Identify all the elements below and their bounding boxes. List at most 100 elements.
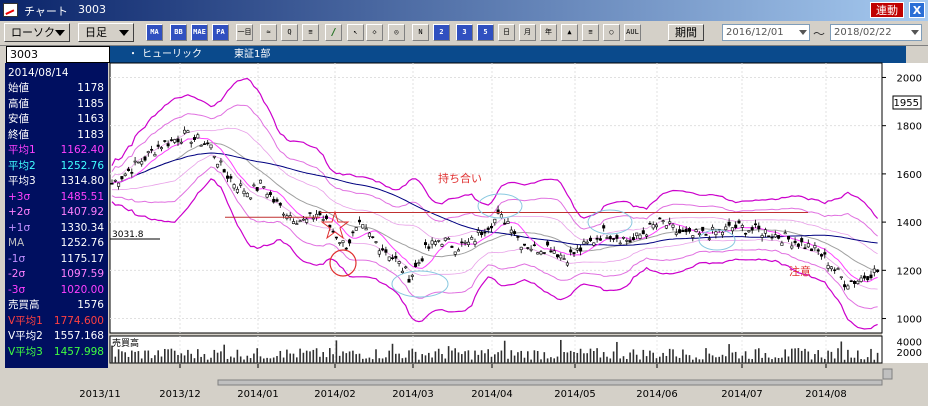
candle-body bbox=[374, 241, 378, 243]
candle-body bbox=[852, 281, 856, 284]
candle-body bbox=[872, 268, 876, 273]
candle-body bbox=[179, 141, 183, 144]
candle-body bbox=[876, 269, 880, 273]
panel-row-value: 1162.40 bbox=[60, 144, 104, 156]
volume-tick-label: 2000 bbox=[897, 348, 922, 359]
panel-row-value: 1314.80 bbox=[60, 175, 104, 187]
candle-body bbox=[849, 280, 853, 282]
candle-body bbox=[387, 256, 391, 261]
panel-row: -1σ 1175.17 bbox=[5, 252, 108, 267]
candle-body bbox=[516, 235, 520, 238]
candle-body bbox=[110, 182, 114, 185]
candle-body bbox=[183, 129, 187, 134]
candle-body bbox=[763, 229, 767, 234]
panel-row-label: 平均3 bbox=[8, 175, 36, 187]
candle-body bbox=[216, 163, 220, 168]
panel-row-label: -3σ bbox=[8, 283, 26, 296]
candle-body bbox=[833, 269, 837, 272]
candle-body bbox=[493, 218, 497, 224]
candle-body bbox=[437, 240, 441, 242]
candle-body bbox=[536, 252, 540, 255]
candle-body bbox=[773, 234, 777, 238]
candle-body bbox=[598, 238, 602, 241]
candle-body bbox=[258, 179, 262, 184]
candle-body bbox=[856, 280, 860, 285]
candle-body bbox=[866, 276, 870, 281]
candle-body bbox=[199, 144, 203, 147]
candle-body bbox=[338, 242, 342, 244]
candle-body bbox=[628, 240, 632, 243]
candle-body bbox=[433, 241, 437, 245]
candle-body bbox=[750, 227, 754, 231]
candle-body bbox=[641, 230, 645, 235]
candle-body bbox=[361, 224, 365, 229]
candle-body bbox=[813, 245, 817, 249]
candle-body bbox=[846, 285, 850, 290]
y-tick-label: 1400 bbox=[897, 218, 922, 229]
x-tick-label: 2014/03 bbox=[392, 389, 434, 400]
candle-body bbox=[480, 231, 484, 236]
y-tick-label: 1200 bbox=[897, 266, 922, 277]
candle-body bbox=[744, 232, 748, 235]
candle-body bbox=[397, 261, 401, 264]
candle-body bbox=[687, 228, 691, 232]
candle-body bbox=[522, 243, 526, 246]
panel-row-value: 1576 bbox=[77, 299, 104, 311]
candle-body bbox=[697, 233, 701, 235]
candle-body bbox=[364, 228, 368, 231]
candle-body bbox=[668, 221, 672, 224]
candle-body bbox=[229, 176, 233, 179]
x-tick-label: 2014/04 bbox=[471, 389, 513, 400]
candle-body bbox=[625, 240, 629, 242]
candle-body bbox=[539, 251, 543, 255]
stock-chart[interactable]: 2000 1800 1600 1400 1200 1000 1955 2013/11 2013/… bbox=[0, 0, 928, 406]
candle-body bbox=[400, 270, 404, 273]
panel-row-label: 安値 bbox=[8, 113, 29, 125]
panel-row-value: 1457.998 bbox=[53, 345, 104, 358]
candle-body bbox=[565, 262, 569, 266]
candle-body bbox=[371, 236, 375, 238]
candle-body bbox=[268, 192, 272, 196]
panel-row: 売買高 1576 bbox=[5, 298, 108, 313]
candle-body bbox=[806, 243, 810, 248]
candle-body bbox=[734, 224, 738, 229]
candle-body bbox=[232, 184, 236, 189]
candle-body bbox=[341, 240, 345, 243]
ohlc-info-panel: 2014/08/14 始値 1178 高値 1185 安値 1163 終値 1183 平均1 11… bbox=[5, 63, 108, 368]
candle-body bbox=[308, 212, 312, 214]
candle-body bbox=[450, 245, 454, 248]
candle-body bbox=[559, 254, 563, 259]
candle-body bbox=[592, 242, 596, 246]
candle-body bbox=[711, 226, 715, 230]
candle-body bbox=[737, 220, 741, 224]
candle-body bbox=[136, 161, 140, 164]
panel-row: 安値 1163 bbox=[5, 112, 108, 127]
candle-body bbox=[348, 239, 352, 244]
candle-body bbox=[447, 238, 451, 240]
panel-row-value: 1097.59 bbox=[60, 268, 104, 280]
candle-body bbox=[552, 250, 556, 254]
candle-body bbox=[803, 247, 807, 250]
panel-row-label: 始値 bbox=[8, 82, 29, 94]
candle-body bbox=[678, 229, 682, 234]
panel-row-label: V平均3 bbox=[8, 345, 43, 358]
candle-body bbox=[612, 238, 616, 240]
candle-body bbox=[701, 226, 705, 231]
candle-body bbox=[529, 248, 533, 251]
candle-body bbox=[127, 168, 131, 171]
candle-body bbox=[777, 235, 781, 239]
y-tick-label: 2000 bbox=[897, 73, 922, 84]
candle-body bbox=[704, 234, 708, 236]
candle-body bbox=[166, 143, 170, 147]
y-tick-label: 1800 bbox=[897, 122, 922, 133]
candle-body bbox=[262, 186, 266, 189]
candle-body bbox=[186, 130, 190, 133]
candle-body bbox=[714, 231, 718, 236]
candle-body bbox=[150, 148, 154, 151]
candle-body bbox=[367, 232, 371, 237]
panel-row-value: 1774.600 bbox=[53, 314, 104, 327]
candle-body bbox=[694, 229, 698, 232]
candle-body bbox=[486, 227, 490, 230]
candle-body bbox=[730, 227, 734, 232]
panel-row-label: MA bbox=[8, 237, 25, 249]
